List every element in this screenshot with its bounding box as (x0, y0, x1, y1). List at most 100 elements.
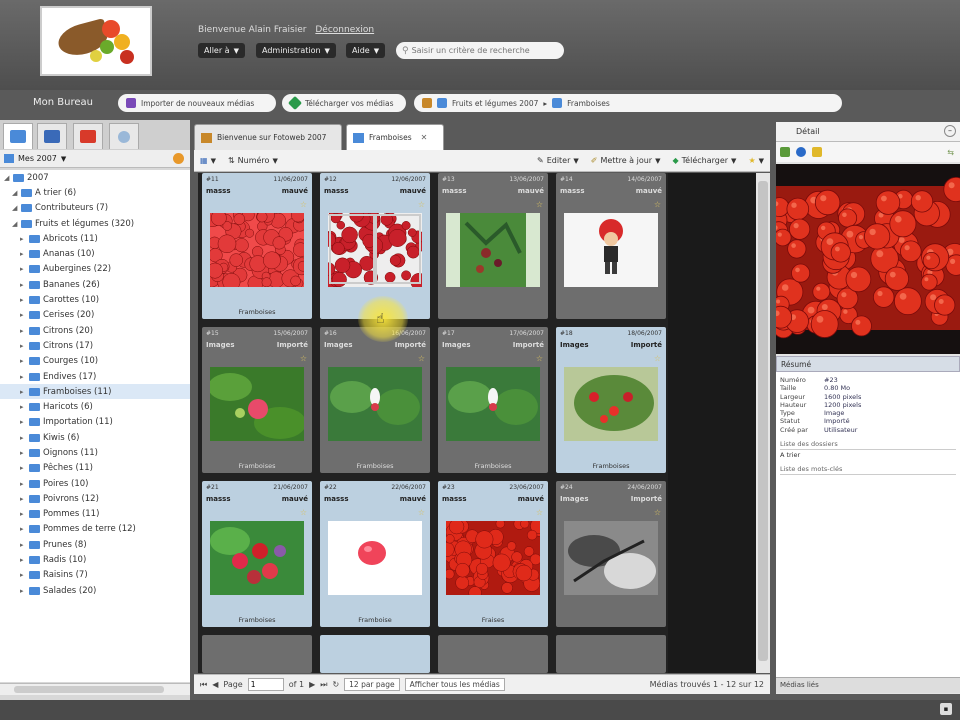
edit-icon[interactable] (780, 147, 790, 157)
menu-aller[interactable]: Aller à ▼ (198, 43, 245, 58)
media-card[interactable]: #11 11/06/2007 masss mauvé ☆ Framboises (202, 173, 312, 319)
expand-icon[interactable]: ▸ (20, 449, 26, 457)
tree-item[interactable]: ▸ Prunes (8) (0, 537, 190, 552)
expand-icon[interactable]: ▸ (20, 571, 26, 579)
tree-item[interactable]: ▸ Pêches (11) (0, 461, 190, 476)
search-input[interactable] (411, 46, 552, 55)
filter-select[interactable]: Afficher tous les médias (404, 678, 505, 691)
expand-icon[interactable]: ▸ (20, 495, 26, 503)
arrows-icon[interactable]: ⇆ (947, 148, 954, 157)
related-media-bar[interactable]: Médias liés (776, 677, 960, 693)
media-thumbnail[interactable] (328, 367, 422, 441)
next-page-icon[interactable]: ▶ (309, 680, 315, 689)
media-thumbnail[interactable] (328, 213, 422, 287)
expand-icon[interactable]: ▸ (20, 373, 26, 381)
tab-folders[interactable] (3, 123, 33, 149)
tab-basket[interactable] (73, 123, 103, 149)
per-page-select[interactable]: 12 par page (344, 678, 400, 691)
tree-item[interactable]: ▸ Pommes de terre (12) (0, 522, 190, 537)
tree-item[interactable]: ▸ Radis (10) (0, 552, 190, 567)
menu-administration[interactable]: Administration ▼ (256, 43, 336, 58)
expand-icon[interactable]: ▸ (20, 510, 26, 518)
media-card[interactable]: #21 21/06/2007 masss mauvé ☆ Framboises (202, 481, 312, 627)
update-button[interactable]: ✐ Mettre à jour ▼ (585, 156, 667, 165)
page-input[interactable] (247, 678, 284, 691)
media-card[interactable]: #14 14/06/2007 masss mauvé ☆ (556, 173, 666, 319)
star-icon[interactable]: ☆ (300, 508, 307, 517)
archive-selector[interactable]: Mes 2007 ▼ (0, 150, 190, 168)
tree-item[interactable]: ▸ Abricots (11) (0, 231, 190, 246)
tab-framboises[interactable]: Framboises ✕ (346, 124, 444, 150)
close-icon[interactable]: – (944, 125, 956, 137)
star-icon[interactable]: ☆ (418, 354, 425, 363)
tree-item[interactable]: ▸ Framboises (11) (0, 384, 190, 400)
media-thumbnail[interactable] (446, 213, 540, 287)
media-card[interactable]: #16 16/06/2007 Images Importé ☆ Framboises (320, 327, 430, 473)
expand-icon[interactable]: ▸ (20, 418, 26, 426)
menu-aide[interactable]: Aide ▼ (346, 43, 386, 58)
star-icon[interactable]: ☆ (654, 200, 661, 209)
media-thumbnail[interactable] (446, 367, 540, 441)
media-card[interactable]: #24 24/06/2007 Images Importé ☆ (556, 481, 666, 627)
tree-item[interactable]: ▸ Oignons (11) (0, 445, 190, 460)
expand-icon[interactable]: ▸ (20, 235, 26, 243)
media-thumbnail[interactable] (564, 367, 658, 441)
tree-item[interactable]: ▸ Endives (17) (0, 369, 190, 384)
star-icon[interactable]: ☆ (654, 508, 661, 517)
expand-icon[interactable]: ◢ (4, 174, 10, 182)
tree-item[interactable]: ▸ Citrons (17) (0, 338, 190, 353)
media-card-partial[interactable] (320, 635, 430, 673)
expand-icon[interactable]: ▸ (20, 281, 26, 289)
expand-icon[interactable]: ◢ (12, 204, 18, 212)
download-media-button[interactable]: Télécharger vos médias (282, 94, 406, 112)
star-icon[interactable]: ☆ (654, 354, 661, 363)
star-icon[interactable]: ☆ (418, 508, 425, 517)
expand-icon[interactable]: ▸ (20, 327, 26, 335)
tree-item[interactable]: ◢ 2007 (0, 170, 190, 185)
tree-item[interactable]: ◢ Fruits et légumes (320) (0, 216, 190, 231)
expand-icon[interactable]: ◢ (12, 189, 18, 197)
expand-icon[interactable]: ▸ (20, 403, 26, 411)
media-thumbnail[interactable] (210, 367, 304, 441)
tree-item[interactable]: ◢ A trier (6) (0, 185, 190, 200)
media-card[interactable]: #15 15/06/2007 Images Importé ☆ Framboises (202, 327, 312, 473)
media-card[interactable]: #22 22/06/2007 masss mauvé ☆ Framboise (320, 481, 430, 627)
home-icon[interactable] (422, 98, 432, 108)
expand-icon[interactable]: ▸ (20, 250, 26, 258)
expand-icon[interactable]: ▸ (20, 311, 26, 319)
tree-item[interactable]: ▸ Importation (11) (0, 415, 190, 430)
import-button[interactable]: Importer de nouveaux médias (118, 94, 276, 112)
tab-welcome[interactable]: Bienvenue sur Fotoweb 2007 (194, 124, 342, 150)
media-card[interactable]: #13 13/06/2007 masss mauvé ☆ (438, 173, 548, 319)
expand-icon[interactable]: ▸ (20, 342, 26, 350)
expand-icon[interactable]: ▸ (20, 388, 26, 396)
tree-item[interactable]: ◢ Contributeurs (7) (0, 201, 190, 216)
expand-icon[interactable]: ▸ (20, 464, 26, 472)
star-icon[interactable]: ☆ (300, 200, 307, 209)
media-thumbnail[interactable] (446, 521, 540, 595)
refresh-icon[interactable]: ↻ (332, 680, 339, 689)
breadcrumb-item-2[interactable]: Framboises (567, 99, 610, 108)
expand-icon[interactable]: ▸ (20, 480, 26, 488)
tree-item[interactable]: ▸ Citrons (20) (0, 323, 190, 338)
props-header[interactable]: Résumé (776, 356, 960, 372)
logout-link[interactable]: Déconnexion (315, 25, 374, 35)
tree-item[interactable]: ▸ Ananas (10) (0, 246, 190, 261)
tree-item[interactable]: ▸ Poires (10) (0, 476, 190, 491)
download-button[interactable]: ◆ Télécharger ▼ (666, 156, 742, 165)
expand-icon[interactable]: ▸ (20, 525, 26, 533)
tree-item[interactable]: ▸ Pommes (11) (0, 507, 190, 522)
star-icon[interactable]: ☆ (300, 354, 307, 363)
prev-page-icon[interactable]: ◀ (212, 680, 218, 689)
edit-button[interactable]: ✎ Editer ▼ (531, 156, 585, 165)
expand-icon[interactable]: ▸ (20, 556, 26, 564)
media-card[interactable]: #17 17/06/2007 Images Importé ☆ Framboises (438, 327, 548, 473)
breadcrumb-item-1[interactable]: Fruits et légumes 2007 (452, 99, 538, 108)
media-card-partial[interactable] (556, 635, 666, 673)
globe-icon[interactable] (796, 147, 806, 157)
view-mode-button[interactable]: ▦ ▼ (194, 156, 222, 165)
horizontal-scrollbar[interactable] (0, 683, 190, 695)
media-thumbnail[interactable] (210, 521, 304, 595)
star-icon[interactable]: ☆ (536, 200, 543, 209)
vertical-scrollbar[interactable] (756, 173, 770, 673)
